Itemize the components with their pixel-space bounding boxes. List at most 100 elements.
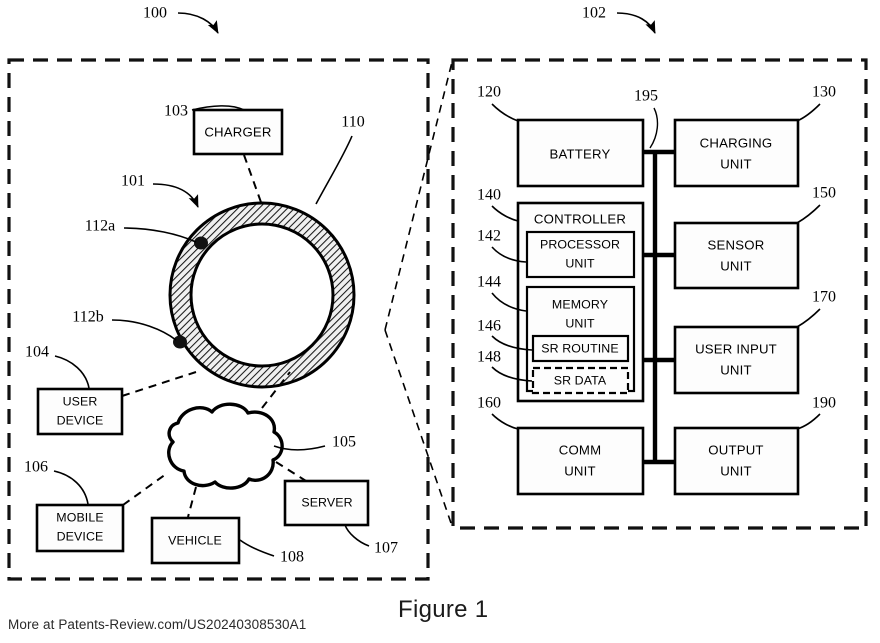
ref-label-160: 160 (477, 395, 501, 412)
cloud-shape (167, 402, 284, 490)
output-unit-box[interactable] (673, 426, 800, 496)
sensor-unit-box[interactable] (673, 221, 800, 290)
battery-label: BATTERY (549, 146, 610, 161)
figure-canvas: 100 102 CHARGER 103 101 110 112a 112b US… (7, 5, 868, 581)
leader-line-110 (315, 135, 353, 205)
ring-contact-dot-a (194, 236, 208, 250)
callout-101: 101 (121, 173, 199, 208)
comm-unit-label-line1: COMM (559, 442, 602, 457)
memory-unit-label-line1: MEMORY (552, 297, 608, 311)
callout-160: 160 (477, 395, 519, 430)
callout-112b: 112b (72, 309, 177, 341)
ref-label-102: 102 (582, 5, 606, 22)
callout-170: 170 (796, 289, 836, 328)
callout-112a: 112a (85, 218, 197, 243)
comm-unit-label-line2: UNIT (564, 463, 596, 478)
figure-caption: Figure 1 (398, 596, 489, 623)
block-sr-data[interactable]: SR DATA (531, 366, 630, 395)
ref-label-104: 104 (25, 344, 49, 361)
leader-line-190 (796, 413, 821, 430)
block-sr-routine[interactable]: SR ROUTINE (531, 334, 630, 363)
ring-inner-circle (189, 222, 335, 368)
callout-105: 105 (273, 434, 356, 451)
charging-unit-label-line2: UNIT (720, 156, 752, 171)
leader-line-195 (649, 107, 659, 149)
output-unit-label-line2: UNIT (720, 463, 752, 478)
leader-line-120 (491, 103, 519, 122)
callout-106: 106 (24, 459, 89, 505)
leader-line-130 (796, 103, 821, 122)
block-sensor-unit[interactable]: SENSOR UNIT (673, 221, 800, 290)
leader-line-104 (54, 355, 90, 389)
leader-line-140 (491, 205, 519, 222)
ref-label-170: 170 (812, 289, 836, 306)
user-device-label-line1: USER (63, 394, 98, 408)
ref-label-148: 148 (477, 349, 501, 366)
ring-device (168, 201, 356, 389)
ring-contact-dot-b (173, 335, 187, 349)
callout-102: 102 (582, 5, 656, 34)
callout-120: 120 (477, 84, 519, 122)
block-vehicle[interactable]: VEHICLE (150, 516, 241, 565)
leader-line-102 (616, 12, 656, 34)
internal-bus (643, 149, 675, 465)
callout-110: 110 (315, 114, 365, 205)
leader-line-160 (491, 413, 519, 430)
ref-label-190: 190 (812, 395, 836, 412)
ref-label-120: 120 (477, 84, 501, 101)
callout-150: 150 (796, 185, 836, 224)
expansion-line-lower (384, 329, 453, 527)
charging-unit-box[interactable] (673, 118, 800, 188)
comm-unit-box[interactable] (516, 426, 645, 496)
leader-line-100 (177, 12, 219, 34)
ref-label-142: 142 (477, 228, 501, 245)
processor-unit-label-line2: UNIT (565, 256, 595, 270)
sensor-unit-label-line1: SENSOR (708, 237, 765, 252)
user-input-unit-label-line1: USER INPUT (695, 341, 777, 356)
ref-label-146: 146 (477, 318, 501, 335)
block-user-input-unit[interactable]: USER INPUT UNIT (673, 325, 800, 395)
mobile-device-label-line1: MOBILE (56, 510, 103, 524)
link-cloud-to-vehicle (187, 486, 197, 518)
ref-label-195: 195 (634, 88, 658, 105)
charger-label: CHARGER (204, 124, 271, 139)
controller-label: CONTROLLER (534, 211, 626, 226)
user-input-unit-box[interactable] (673, 325, 800, 395)
ref-label-112a: 112a (85, 218, 116, 235)
memory-unit-label-line2: UNIT (565, 316, 595, 330)
block-battery[interactable]: BATTERY (516, 118, 645, 188)
link-user-device-to-ring (121, 371, 197, 397)
ref-label-110: 110 (341, 114, 364, 131)
footer-credit: More at Patents-Review.com/US20240308530… (8, 617, 307, 632)
right-panel-boundary (451, 58, 868, 530)
callout-100: 100 (143, 5, 219, 34)
block-comm-unit[interactable]: COMM UNIT (516, 426, 645, 496)
callout-107: 107 (344, 524, 398, 557)
user-device-label-line2: DEVICE (57, 413, 104, 427)
ref-label-112b: 112b (72, 309, 103, 326)
output-unit-label-line1: OUTPUT (708, 442, 763, 457)
callout-130: 130 (796, 84, 836, 122)
block-charger[interactable]: CHARGER (192, 108, 284, 156)
vehicle-label: VEHICLE (168, 533, 222, 547)
mobile-device-label-line2: DEVICE (57, 529, 104, 543)
block-user-device[interactable]: USER DEVICE (36, 387, 124, 436)
ref-label-140: 140 (477, 187, 501, 204)
block-server[interactable]: SERVER (283, 479, 370, 527)
leader-line-170 (796, 308, 821, 328)
processor-unit-label-line1: PROCESSOR (540, 237, 620, 251)
link-mobile-device-to-cloud (122, 473, 167, 506)
block-processor-unit[interactable]: PROCESSOR UNIT (525, 230, 636, 279)
block-mobile-device[interactable]: MOBILE DEVICE (35, 503, 125, 553)
expansion-line-upper (384, 61, 453, 331)
leader-line-101 (152, 183, 199, 208)
ref-label-105: 105 (332, 434, 356, 451)
ref-label-107: 107 (374, 540, 398, 557)
network-cloud (167, 402, 284, 490)
ref-label-101: 101 (121, 173, 145, 190)
leader-line-106 (53, 470, 89, 505)
sr-routine-label: SR ROUTINE (541, 341, 618, 355)
block-output-unit[interactable]: OUTPUT UNIT (673, 426, 800, 496)
block-charging-unit[interactable]: CHARGING UNIT (673, 118, 800, 188)
sr-data-label: SR DATA (554, 373, 607, 387)
